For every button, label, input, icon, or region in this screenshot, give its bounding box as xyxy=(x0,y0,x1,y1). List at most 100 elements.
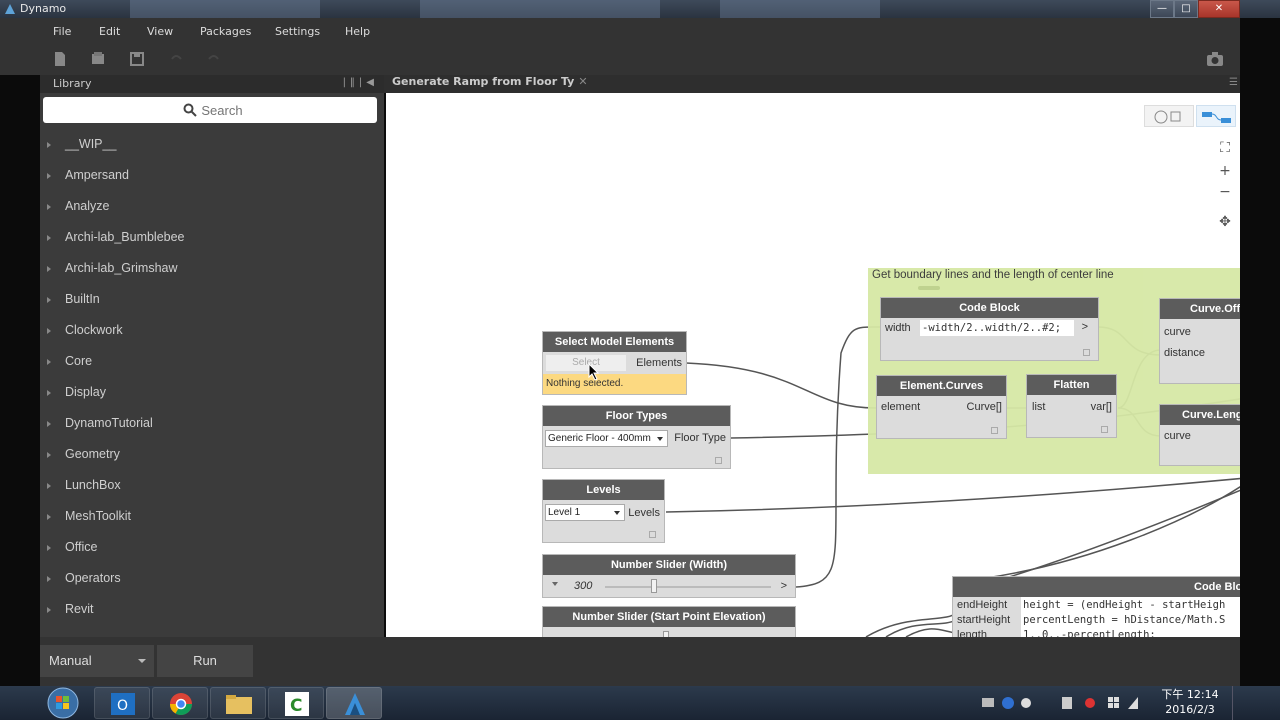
menu-edit[interactable]: Edit xyxy=(99,25,120,38)
expand-arrow-icon xyxy=(47,514,51,520)
node-element-curves[interactable]: Element.Curves element Curve[] xyxy=(876,375,1007,439)
library-item[interactable]: Archi-lab_Bumblebee xyxy=(40,224,384,255)
search-input[interactable] xyxy=(43,97,377,123)
slider-track[interactable] xyxy=(605,586,771,588)
input-port[interactable]: startHeight xyxy=(957,614,1010,626)
library-item[interactable]: Display xyxy=(40,379,384,410)
open-file-icon[interactable] xyxy=(90,51,106,67)
taskbar-camtasia[interactable]: C xyxy=(268,687,324,719)
library-item[interactable]: MeshToolkit xyxy=(40,503,384,534)
output-port[interactable]: > xyxy=(1082,321,1088,333)
library-item[interactable]: Office xyxy=(40,534,384,565)
library-item[interactable]: Core xyxy=(40,348,384,379)
menu-file[interactable]: File xyxy=(53,25,71,38)
library-item[interactable]: __WIP__ xyxy=(40,131,384,162)
library-item[interactable]: LunchBox xyxy=(40,472,384,503)
run-mode-select[interactable]: Manual xyxy=(40,645,154,677)
zoom-in-icon[interactable]: + xyxy=(1216,162,1234,180)
library-item[interactable]: Clockwork xyxy=(40,317,384,348)
floor-type-dropdown[interactable]: Generic Floor - 400mm xyxy=(545,430,668,447)
library-item[interactable]: Geometry xyxy=(40,441,384,472)
windows-start-icon[interactable] xyxy=(44,687,82,719)
camera-icon[interactable] xyxy=(1206,51,1224,67)
input-port[interactable]: distance xyxy=(1164,347,1205,359)
node-corner xyxy=(649,531,656,538)
close-button[interactable]: ✕ xyxy=(1198,0,1240,18)
output-port[interactable]: Levels xyxy=(628,507,660,519)
zoom-out-icon[interactable]: − xyxy=(1216,183,1234,201)
library-collapse-icon[interactable]: |‖|◀ xyxy=(343,77,378,88)
library-item[interactable]: BuiltIn xyxy=(40,286,384,317)
menu-packages[interactable]: Packages xyxy=(200,25,251,38)
library-item[interactable]: Operators xyxy=(40,565,384,596)
node-code-block-height[interactable]: Code Blo endHeight startHeight length he… xyxy=(952,576,1240,637)
output-port[interactable]: Elements xyxy=(636,357,682,369)
save-icon[interactable] xyxy=(129,51,145,67)
taskbar-explorer[interactable] xyxy=(210,687,266,719)
node-slider-start-elevation[interactable]: Number Slider (Start Point Elevation) xyxy=(542,606,796,637)
taskbar-chrome[interactable] xyxy=(152,687,208,719)
output-port[interactable]: > xyxy=(781,580,787,592)
wire xyxy=(865,612,957,637)
input-port[interactable]: width xyxy=(885,322,911,334)
system-clock[interactable]: 下午 12:14 2016/2/3 xyxy=(1160,687,1220,717)
select-button[interactable]: Select xyxy=(546,355,626,371)
chevron-down-icon xyxy=(138,659,146,663)
input-port[interactable]: length xyxy=(957,629,987,637)
node-select-model-elements[interactable]: Select Model Elements Select Elements No… xyxy=(542,331,687,395)
menu-help[interactable]: Help xyxy=(345,25,370,38)
close-tab-icon[interactable]: ✕ xyxy=(578,75,587,88)
library-item[interactable]: Archi-lab_Grimshaw xyxy=(40,255,384,286)
redo-icon[interactable] xyxy=(206,51,222,67)
library-item[interactable]: Ampersand xyxy=(40,162,384,193)
input-port[interactable]: endHeight xyxy=(957,599,1007,611)
output-port[interactable]: var[] xyxy=(1091,401,1112,413)
library-item[interactable]: Revit xyxy=(40,596,384,627)
node-curve-offset[interactable]: Curve.Offs curve distance xyxy=(1159,298,1240,384)
input-port[interactable]: list xyxy=(1032,401,1045,413)
tab-menu-icon[interactable]: ☰ xyxy=(1229,77,1238,88)
node-code-block[interactable]: Code Block width -width/2..width/2..#2; … xyxy=(880,297,1099,361)
output-port[interactable]: Curve[] xyxy=(967,401,1002,413)
system-tray-icons[interactable] xyxy=(980,694,1140,712)
input-port[interactable]: curve xyxy=(1164,430,1191,442)
title-blur xyxy=(130,0,320,18)
taskbar-dynamo[interactable] xyxy=(326,687,382,719)
output-port[interactable]: Floor Type xyxy=(674,432,726,444)
menu-view[interactable]: View xyxy=(147,25,173,38)
slider-value[interactable]: 300 xyxy=(574,580,592,592)
library-item[interactable]: DynamoTutorial xyxy=(40,410,384,441)
tab-workspace[interactable]: Generate Ramp from Floor Ty ✕ xyxy=(392,75,588,93)
minimize-button[interactable]: — xyxy=(1150,0,1174,18)
code-editor[interactable]: -width/2..width/2..#2; xyxy=(920,320,1074,336)
node-curve-length[interactable]: Curve.Leng curve xyxy=(1159,404,1240,466)
library-item[interactable]: Analyze xyxy=(40,193,384,224)
node-slider-width[interactable]: Number Slider (Width) 300 > xyxy=(542,554,796,598)
view-toggle-geometry[interactable] xyxy=(1144,105,1194,127)
library-title: Library xyxy=(53,77,92,90)
menu-settings[interactable]: Settings xyxy=(275,25,320,38)
show-desktop-button[interactable] xyxy=(1232,686,1240,720)
expand-slider-icon[interactable] xyxy=(552,582,558,586)
input-port[interactable]: element xyxy=(881,401,920,413)
node-levels[interactable]: Levels Level 1 Levels xyxy=(542,479,665,543)
expand-arrow-icon xyxy=(47,483,51,489)
maximize-button[interactable]: □ xyxy=(1174,0,1198,18)
level-dropdown[interactable]: Level 1 xyxy=(545,504,625,521)
graph-canvas[interactable]: ⛶ + − ✥ Get boundary lines and the lengt… xyxy=(386,93,1240,637)
library-search[interactable] xyxy=(43,97,377,123)
taskbar-outlook[interactable]: O xyxy=(94,687,150,719)
run-button[interactable]: Run xyxy=(157,645,253,677)
new-file-icon[interactable] xyxy=(52,51,68,67)
group-drag-handle[interactable] xyxy=(918,286,940,290)
view-toggle-graph[interactable] xyxy=(1196,105,1236,127)
input-port[interactable]: curve xyxy=(1164,326,1191,338)
pan-icon[interactable]: ✥ xyxy=(1216,213,1234,231)
node-flatten[interactable]: Flatten list var[] xyxy=(1026,374,1117,438)
slider-thumb[interactable] xyxy=(651,579,657,593)
undo-icon[interactable] xyxy=(168,51,184,67)
code-editor[interactable]: height = (endHeight - startHeigh percent… xyxy=(1021,597,1240,637)
node-title: Number Slider (Start Point Elevation) xyxy=(543,607,795,627)
node-floor-types[interactable]: Floor Types Generic Floor - 400mm Floor … xyxy=(542,405,731,469)
zoom-fit-icon[interactable]: ⛶ xyxy=(1216,139,1234,157)
